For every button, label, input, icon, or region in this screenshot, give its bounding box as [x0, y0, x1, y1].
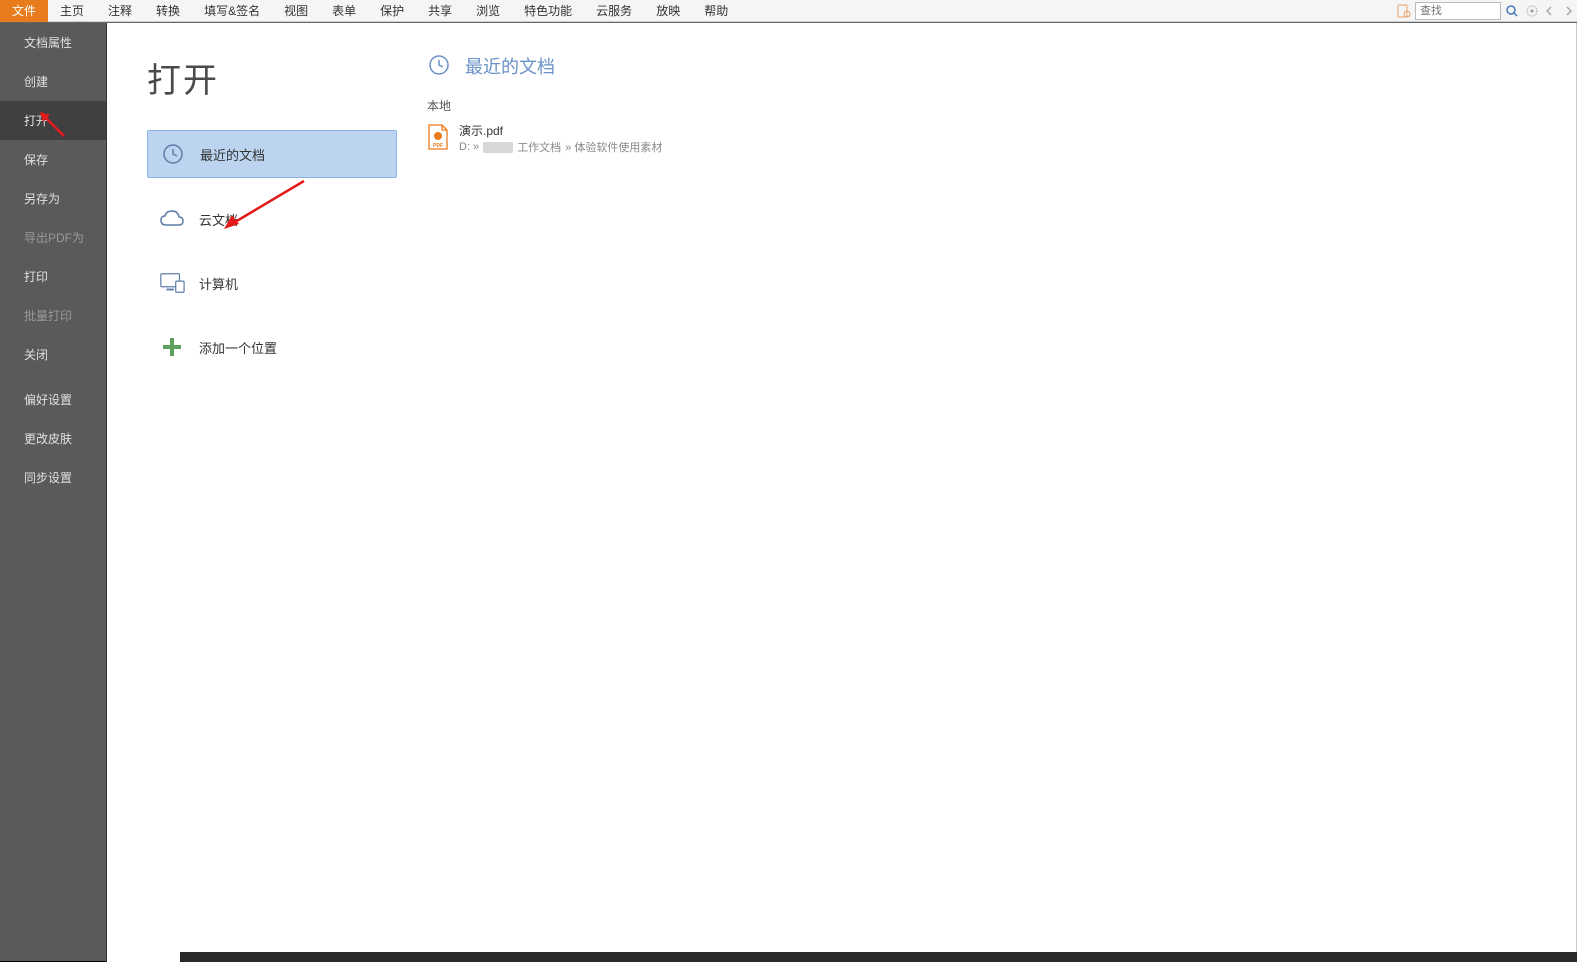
menu-tab-feature[interactable]: 特色功能 [512, 0, 584, 22]
sidebar-item-create[interactable]: 创建 [0, 62, 106, 101]
menu-tab-view[interactable]: 视图 [272, 0, 320, 22]
recent-header-label: 最近的文档 [465, 53, 555, 79]
menu-tab-home[interactable]: 主页 [48, 0, 96, 22]
sidebar-item-export[interactable]: 导出PDF为 [0, 218, 106, 257]
menu-tab-share[interactable]: 共享 [416, 0, 464, 22]
menu-tab-slideshow[interactable]: 放映 [644, 0, 692, 22]
nav-prev-icon[interactable] [1541, 6, 1559, 16]
recent-header: 最近的文档 [427, 53, 1576, 79]
open-panel-right: 最近的文档 本地 PDF 演示.pdf D: » 工作文档 » 体验软件使用素材 [397, 23, 1576, 962]
menu-tab-browse[interactable]: 浏览 [464, 0, 512, 22]
clock-icon [160, 141, 186, 167]
recent-file-name: 演示.pdf [459, 122, 662, 139]
location-add[interactable]: 添加一个位置 [147, 324, 397, 370]
sidebar-item-properties[interactable]: 文档属性 [0, 23, 106, 62]
menu-tab-protect[interactable]: 保护 [368, 0, 416, 22]
gear-icon[interactable] [1523, 4, 1541, 18]
sidebar-item-saveas[interactable]: 另存为 [0, 179, 106, 218]
menu-tab-sign[interactable]: 填写&签名 [192, 0, 272, 22]
file-sidebar: 文档属性 创建 打开 保存 另存为 导出PDF为 打印 批量打印 关闭 偏好设置… [0, 23, 106, 962]
recent-file-item[interactable]: PDF 演示.pdf D: » 工作文档 » 体验软件使用素材 [427, 118, 1576, 159]
sidebar-item-close[interactable]: 关闭 [0, 335, 106, 374]
sidebar-item-print[interactable]: 打印 [0, 257, 106, 296]
cloud-icon [159, 206, 185, 232]
menu-bar: 文件 主页 注释 转换 填写&签名 视图 表单 保护 共享 浏览 特色功能 云服… [0, 0, 1577, 22]
svg-text:PDF: PDF [433, 143, 443, 149]
search-go-icon[interactable] [1501, 4, 1523, 18]
location-recent[interactable]: 最近的文档 [147, 130, 397, 178]
sidebar-item-preferences[interactable]: 偏好设置 [0, 380, 106, 419]
menu-tab-form[interactable]: 表单 [320, 0, 368, 22]
open-panel-left: 打开 最近的文档 云文档 [107, 23, 397, 962]
plus-icon [159, 334, 185, 360]
menu-tab-cloud[interactable]: 云服务 [584, 0, 644, 22]
pdf-file-icon: PDF [427, 124, 449, 150]
location-recent-label: 最近的文档 [200, 145, 265, 164]
sidebar-item-save[interactable]: 保存 [0, 140, 106, 179]
menu-tab-annotate[interactable]: 注释 [96, 0, 144, 22]
clock-icon [427, 53, 453, 79]
location-cloud[interactable]: 云文档 [147, 196, 397, 242]
location-add-label: 添加一个位置 [199, 338, 277, 357]
location-cloud-label: 云文档 [199, 210, 238, 229]
location-computer-label: 计算机 [199, 274, 238, 293]
menu-tab-help[interactable]: 帮助 [692, 0, 740, 22]
recent-group-label: 本地 [427, 97, 1576, 114]
menu-tab-convert[interactable]: 转换 [144, 0, 192, 22]
search-input[interactable] [1415, 2, 1501, 20]
sidebar-item-skin[interactable]: 更改皮肤 [0, 419, 106, 458]
sidebar-item-batchprint[interactable]: 批量打印 [0, 296, 106, 335]
sidebar-item-open[interactable]: 打开 [0, 101, 106, 140]
monitor-icon [159, 270, 185, 296]
status-bar [180, 952, 1577, 962]
menu-tab-file[interactable]: 文件 [0, 0, 48, 22]
panel-title: 打开 [147, 53, 397, 102]
search-page-icon[interactable] [1395, 2, 1413, 20]
sidebar-item-sync[interactable]: 同步设置 [0, 458, 106, 497]
recent-file-path: D: » 工作文档 » 体验软件使用素材 [459, 139, 662, 155]
location-computer[interactable]: 计算机 [147, 260, 397, 306]
redacted-segment [483, 142, 513, 153]
nav-next-icon[interactable] [1559, 6, 1577, 16]
